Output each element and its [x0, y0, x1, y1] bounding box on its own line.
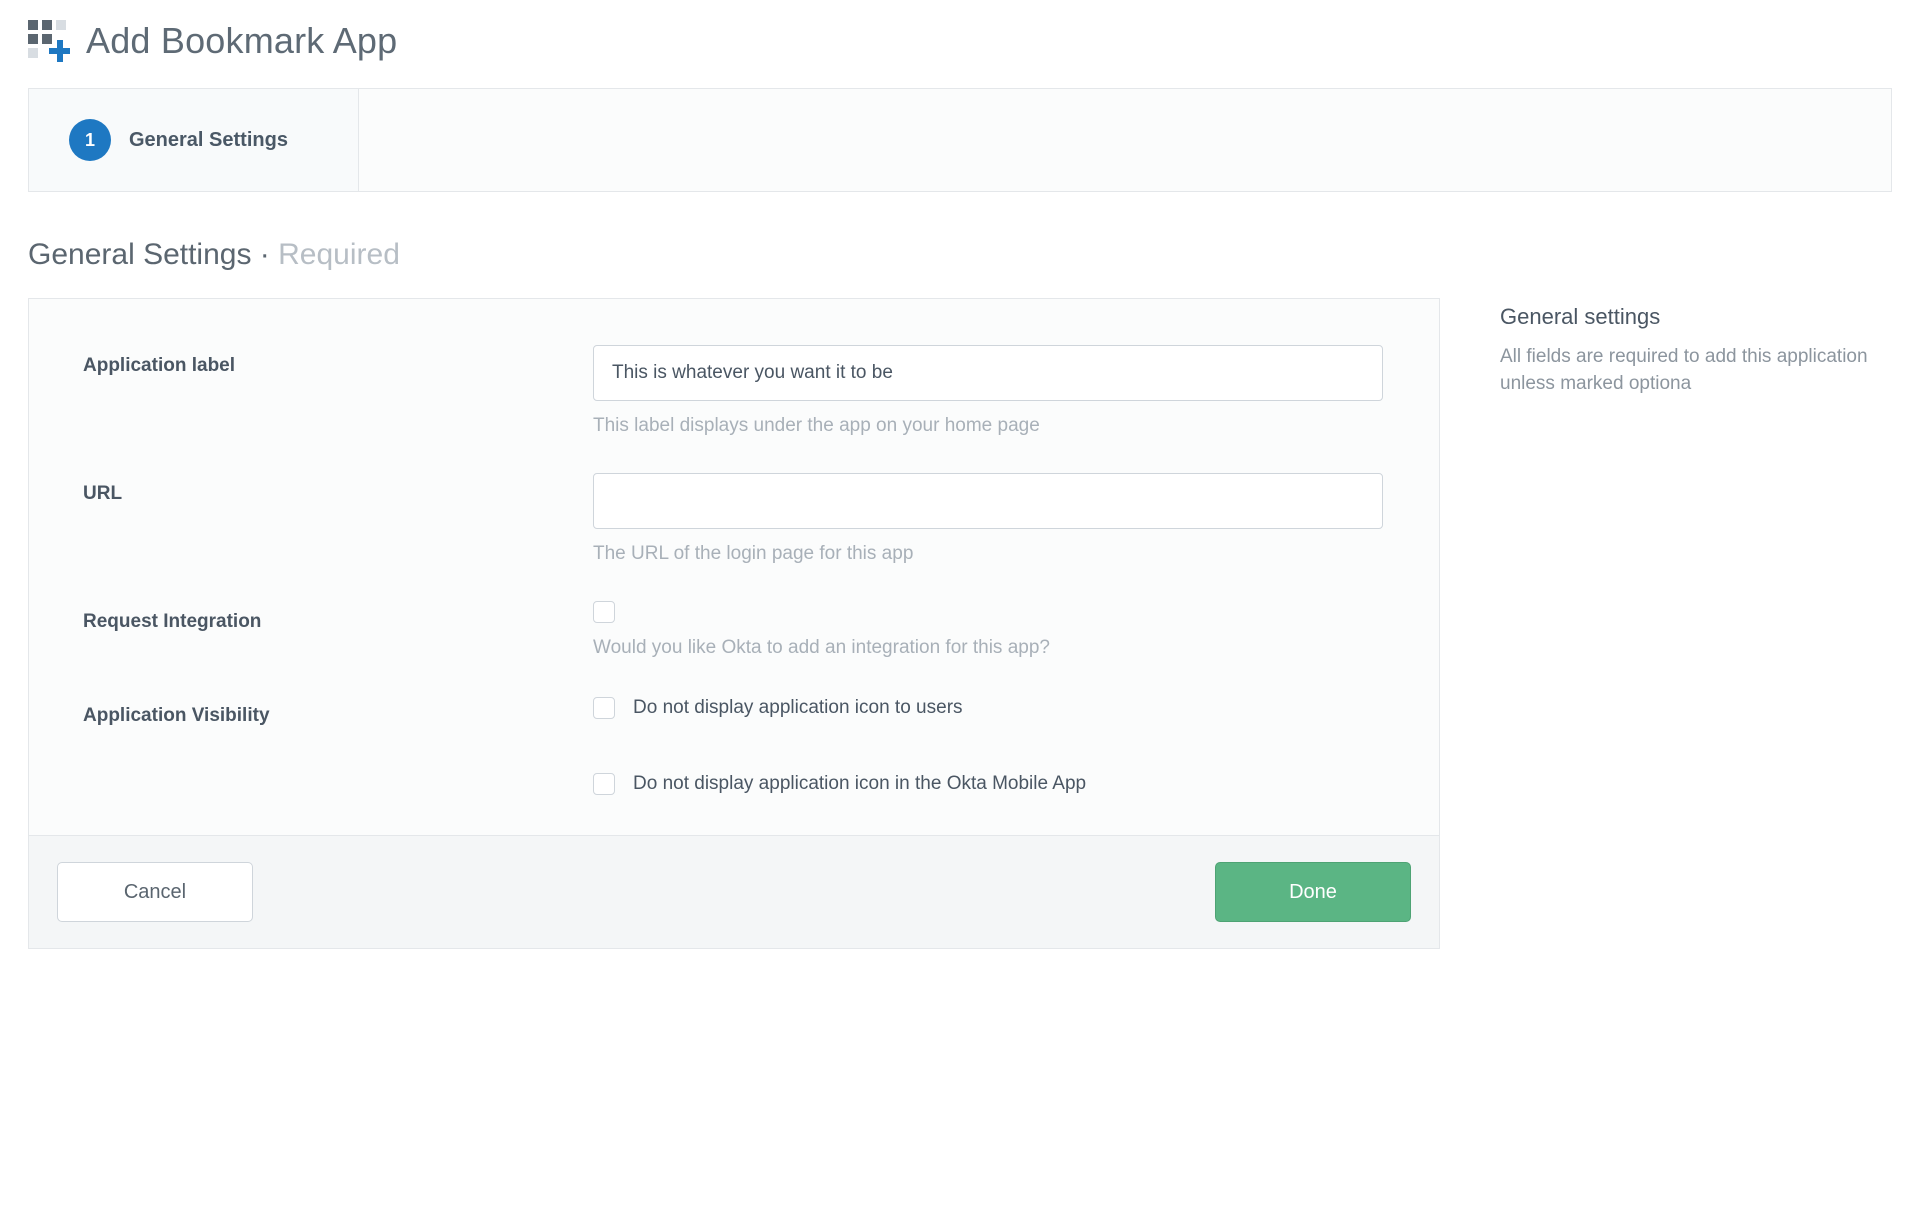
side-info-text: All fields are required to add this appl… — [1500, 344, 1892, 397]
section-title: General Settings · Required — [28, 238, 1892, 272]
field-url: URL The URL of the login page for this a… — [83, 473, 1385, 565]
side-info-title: General settings — [1500, 304, 1892, 330]
page-header: Add Bookmark App — [28, 20, 1892, 62]
url-label: URL — [83, 473, 593, 505]
visibility-hide-users-checkbox[interactable] — [593, 697, 615, 719]
section-title-text: General Settings — [28, 238, 251, 271]
url-help: The URL of the login page for this app — [593, 543, 1385, 565]
wizard-step-general-settings[interactable]: 1 General Settings — [29, 89, 359, 191]
section-required-label: Required — [278, 238, 400, 271]
general-settings-form: Application label This label displays un… — [28, 298, 1440, 949]
field-request-integration: Request Integration Would you like Okta … — [83, 601, 1385, 659]
application-visibility-label: Application Visibility — [83, 695, 593, 727]
cancel-button[interactable]: Cancel — [57, 862, 253, 922]
done-button[interactable]: Done — [1215, 862, 1411, 922]
field-application-visibility: Application Visibility Do not display ap… — [83, 695, 1385, 795]
url-input[interactable] — [593, 473, 1383, 529]
side-info: General settings All fields are required… — [1500, 298, 1892, 397]
form-footer: Cancel Done — [29, 835, 1439, 948]
request-integration-checkbox[interactable] — [593, 601, 615, 623]
application-label-input[interactable] — [593, 345, 1383, 401]
section-title-separator: · — [251, 238, 278, 271]
visibility-hide-mobile-label: Do not display application icon in the O… — [633, 773, 1086, 795]
wizard-steps: 1 General Settings — [28, 88, 1892, 192]
step-label: General Settings — [129, 129, 288, 152]
page-title: Add Bookmark App — [86, 20, 397, 62]
application-label-label: Application label — [83, 345, 593, 377]
request-integration-help: Would you like Okta to add an integratio… — [593, 637, 1385, 659]
step-number-badge: 1 — [69, 119, 111, 161]
application-label-help: This label displays under the app on you… — [593, 415, 1385, 437]
visibility-hide-users-label: Do not display application icon to users — [633, 697, 963, 719]
visibility-hide-mobile-checkbox[interactable] — [593, 773, 615, 795]
request-integration-label: Request Integration — [83, 601, 593, 633]
field-application-label: Application label This label displays un… — [83, 345, 1385, 437]
apps-grid-icon — [28, 20, 70, 62]
